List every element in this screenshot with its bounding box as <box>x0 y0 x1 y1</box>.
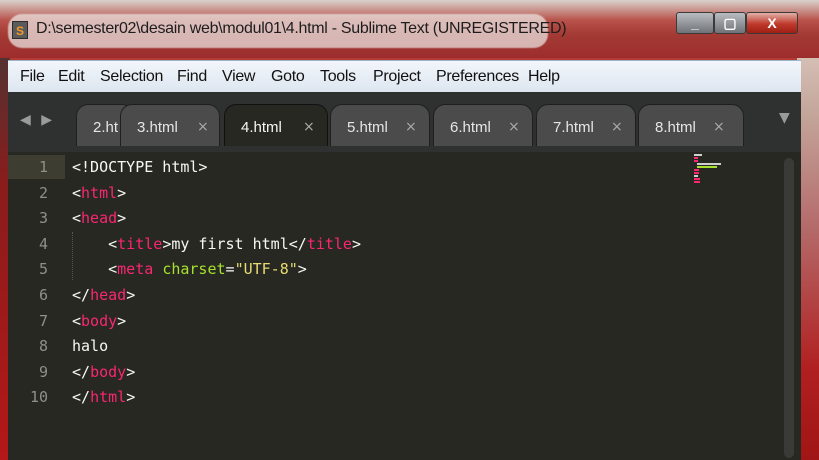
text-token: < <box>72 183 82 202</box>
tag-name-token: html <box>90 388 127 407</box>
text-token: > <box>297 260 307 279</box>
text-token: >my first html</ <box>162 234 307 253</box>
text-token: > <box>117 183 127 202</box>
close-tab-icon[interactable]: × <box>303 119 315 135</box>
line-number: 1 <box>38 158 48 176</box>
menu-preferences[interactable]: Preferences <box>436 68 519 86</box>
menu-view[interactable]: View <box>222 68 256 86</box>
close-button[interactable]: X <box>746 12 798 34</box>
code-line[interactable]: halo <box>72 337 108 355</box>
text-token: </ <box>72 388 91 407</box>
menu-bar: File Edit Selection Find View Goto Tools… <box>8 60 801 93</box>
minimap[interactable] <box>694 154 734 194</box>
tab-label: 3.html <box>137 119 178 136</box>
menu-file[interactable]: File <box>20 68 45 86</box>
close-tab-icon[interactable]: × <box>713 119 725 135</box>
title-bar[interactable]: S D:\semester02\desain web\modul01\4.htm… <box>0 0 819 58</box>
tag-name-token: title <box>117 234 163 253</box>
maximize-button[interactable]: ▢ <box>714 12 746 34</box>
tab-label: 6.html <box>450 119 491 136</box>
text-token: > <box>126 286 136 304</box>
text-token: > <box>117 209 127 228</box>
code-line[interactable]: <title>my first html</title> <box>72 235 361 253</box>
tab-navigation-arrows-icon[interactable]: ◀ ▶ <box>20 112 55 128</box>
menu-goto[interactable]: Goto <box>271 68 305 86</box>
text-token: </ <box>72 362 91 381</box>
line-number: 4 <box>38 234 48 253</box>
code-editor[interactable]: 1 2 3 4 5 6 7 8 9 10 <!DOCTYPE html> <html> <head> … <box>8 152 801 460</box>
code-line[interactable]: <!DOCTYPE html> <box>72 158 207 176</box>
text-token: < <box>108 234 118 253</box>
text-token: > <box>117 311 127 330</box>
tag-name-token: body <box>90 362 127 381</box>
tab-3-html[interactable]: 3.html × <box>120 104 220 146</box>
tab-5-html[interactable]: 5.html × <box>330 104 430 146</box>
tag-name-token: head <box>90 286 127 304</box>
text-token: halo <box>72 337 109 356</box>
text-token: = <box>225 260 235 279</box>
text-token: < <box>72 311 82 330</box>
line-number: 5 <box>38 260 48 279</box>
code-line[interactable]: <body> <box>72 312 126 330</box>
tag-name-token: head <box>81 209 118 228</box>
window-title: D:\semester02\desain web\modul01\4.html … <box>36 20 567 37</box>
menu-tools[interactable]: Tools <box>320 68 356 86</box>
text-token: > <box>351 234 361 253</box>
tag-name-token: meta <box>117 260 154 279</box>
close-tab-icon[interactable]: × <box>611 119 623 135</box>
line-number: 8 <box>38 337 48 356</box>
tag-name-token: html <box>81 183 118 202</box>
sublime-text-window: S D:\semester02\desain web\modul01\4.htm… <box>0 0 819 460</box>
menu-selection[interactable]: Selection <box>100 68 163 86</box>
attribute-token: charset <box>162 260 226 279</box>
string-token: "UTF-8" <box>234 260 298 279</box>
close-tab-icon[interactable]: × <box>197 119 209 135</box>
code-line[interactable]: </body> <box>72 363 135 381</box>
text-token: < <box>72 209 82 228</box>
close-tab-icon[interactable]: × <box>405 119 417 135</box>
text-token: <!DOCTYPE html> <box>72 158 208 176</box>
tab-label: 4.html <box>241 119 282 136</box>
tag-name-token: title <box>306 234 352 253</box>
tab-label: 2.ht <box>93 119 119 136</box>
tag-name-token: body <box>81 311 118 330</box>
code-line[interactable]: </html> <box>72 388 135 406</box>
code-line[interactable]: <head> <box>72 209 126 227</box>
menu-edit[interactable]: Edit <box>58 68 85 86</box>
minimize-button[interactable]: _ <box>676 12 714 34</box>
tab-7-html[interactable]: 7.html × <box>536 104 636 146</box>
menu-project[interactable]: Project <box>373 68 421 86</box>
menu-help[interactable]: Help <box>528 68 560 86</box>
close-tab-icon[interactable]: × <box>508 119 520 135</box>
line-number: 6 <box>38 286 48 304</box>
text-token: > <box>126 362 136 381</box>
line-number: 3 <box>38 209 48 228</box>
text-token: </ <box>72 286 91 304</box>
menu-find[interactable]: Find <box>177 68 207 86</box>
tab-label: 5.html <box>347 119 388 136</box>
tab-overflow-icon[interactable]: ▼ <box>779 110 790 126</box>
tab-6-html[interactable]: 6.html × <box>433 104 533 146</box>
sublime-app-icon[interactable]: S <box>12 21 28 39</box>
text-token: > <box>126 388 136 407</box>
line-number: 7 <box>38 311 48 330</box>
line-number: 9 <box>38 362 48 381</box>
indent-guide <box>72 232 73 280</box>
code-line[interactable]: <html> <box>72 184 126 202</box>
line-number: 2 <box>38 183 48 202</box>
tab-label: 7.html <box>553 119 594 136</box>
tab-strip: ◀ ▶ 2.ht 3.html × 4.html × 5.html × 6.ht… <box>8 92 801 152</box>
tab-4-html[interactable]: 4.html × <box>224 104 328 146</box>
tab-8-html[interactable]: 8.html × <box>638 104 744 146</box>
line-number: 10 <box>29 388 48 407</box>
vertical-scrollbar[interactable] <box>784 158 794 458</box>
code-line[interactable]: <meta charset="UTF-8"> <box>72 260 307 278</box>
tab-label: 8.html <box>655 119 696 136</box>
text-token: < <box>108 260 118 279</box>
code-line[interactable]: </head> <box>72 286 135 304</box>
